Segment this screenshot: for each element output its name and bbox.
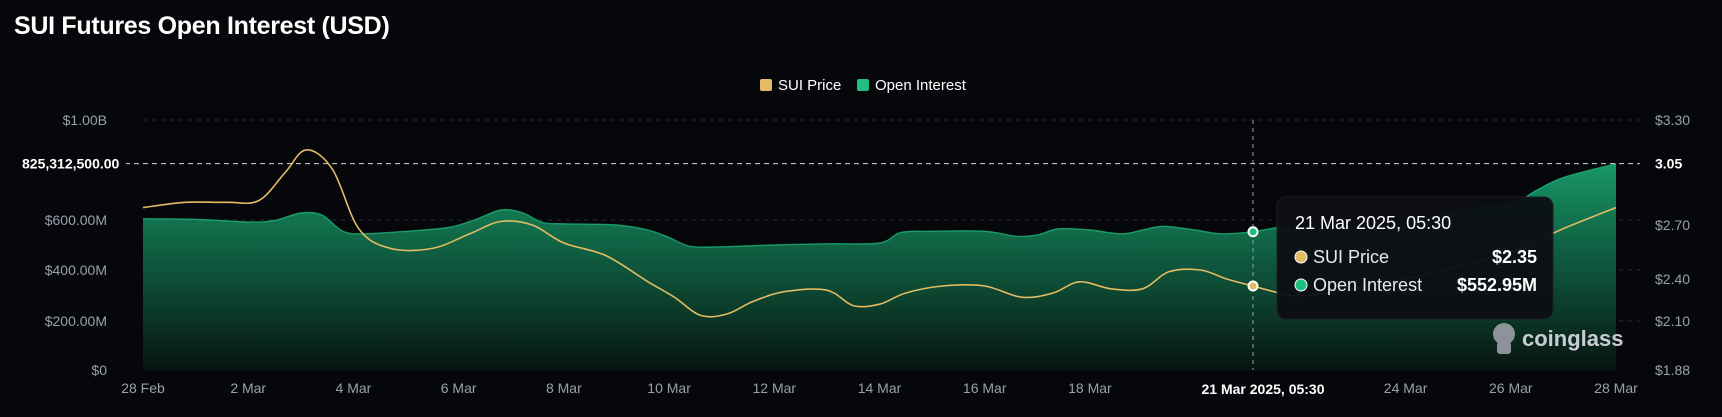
right-axis-tick: $2.70 xyxy=(1655,217,1690,233)
left-axis-tick: $200.00M xyxy=(45,313,107,329)
x-axis-tick: 12 Mar xyxy=(752,380,796,396)
tooltip: 21 Mar 2025, 05:30 SUI Price $2.35 Open Int… xyxy=(1276,196,1554,320)
coinglass-watermark: coinglass xyxy=(1522,326,1623,351)
x-axis-tick: 2 Mar xyxy=(230,380,266,396)
crosshair-x-label: 21 Mar 2025, 05:30 xyxy=(1202,381,1325,397)
x-axis-tick: 4 Mar xyxy=(336,380,372,396)
coinglass-logo-icon-base xyxy=(1497,342,1511,354)
legend-swatch-open-interest[interactable] xyxy=(857,79,869,91)
open-interest-marker-core xyxy=(1249,228,1257,236)
crosshair-right-label: 3.05 xyxy=(1655,156,1682,172)
tooltip-dot-sui-price xyxy=(1294,250,1308,264)
tooltip-value-open-interest: $552.95M xyxy=(1457,275,1537,295)
x-axis-tick: 26 Mar xyxy=(1489,380,1533,396)
x-axis-tick: 18 Mar xyxy=(1068,380,1112,396)
tooltip-label-sui-price: SUI Price xyxy=(1313,247,1389,267)
left-axis-tick: $600.00M xyxy=(45,212,107,228)
x-axis-tick: 14 Mar xyxy=(858,380,902,396)
x-axis-tick: 6 Mar xyxy=(441,380,477,396)
x-axis-tick: 28 Mar xyxy=(1594,380,1638,396)
left-axis-tick: $0 xyxy=(91,362,107,378)
legend-label-sui-price[interactable]: SUI Price xyxy=(778,77,841,94)
right-axis-tick: $2.40 xyxy=(1655,271,1690,287)
right-axis-tick: $1.88 xyxy=(1655,362,1690,378)
legend-label-open-interest[interactable]: Open Interest xyxy=(875,77,967,94)
right-axis-tick: $3.30 xyxy=(1655,112,1690,128)
tooltip-label-open-interest: Open Interest xyxy=(1313,275,1422,295)
x-axis-tick: 10 Mar xyxy=(647,380,691,396)
legend-swatch-sui-price[interactable] xyxy=(760,79,772,91)
crosshair-left-label: 825,312,500.00 xyxy=(22,156,120,172)
left-axis-tick: $400.00M xyxy=(45,262,107,278)
sui-price-marker-core xyxy=(1249,282,1257,290)
chart-canvas[interactable]: $0 $200.00M $400.00M $600.00M $1.00B $1.88 $2… xyxy=(0,0,1722,417)
x-axis-tick: 24 Mar xyxy=(1384,380,1428,396)
tooltip-value-sui-price: $2.35 xyxy=(1492,247,1537,267)
right-axis-tick: $2.10 xyxy=(1655,313,1690,329)
coinglass-logo-icon xyxy=(1493,323,1515,345)
x-axis-tick: 16 Mar xyxy=(963,380,1007,396)
tooltip-dot-open-interest xyxy=(1294,278,1308,292)
legend: SUI Price Open Interest xyxy=(760,77,967,94)
x-axis-tick: 28 Feb xyxy=(121,380,165,396)
x-axis-tick: 8 Mar xyxy=(546,380,582,396)
left-axis-tick: $1.00B xyxy=(63,112,107,128)
x-axis: 28 Feb 2 Mar 4 Mar 6 Mar 8 Mar 10 Mar 12 Mar 14… xyxy=(121,380,1638,396)
tooltip-title: 21 Mar 2025, 05:30 xyxy=(1295,213,1451,233)
